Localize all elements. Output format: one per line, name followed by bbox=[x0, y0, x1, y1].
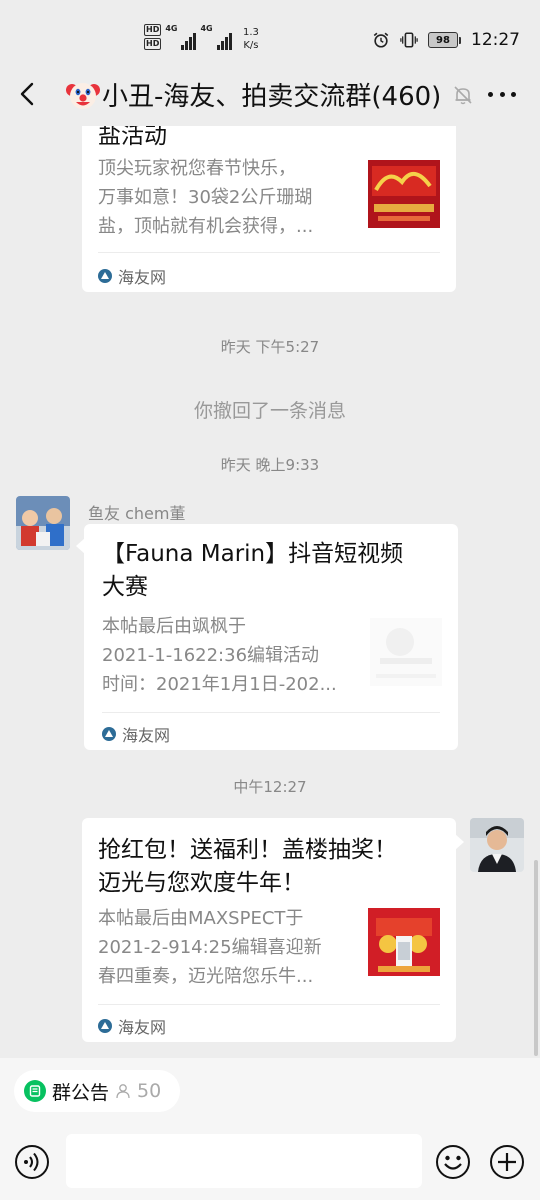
desc-line: 时间：2021年1月1日-202... bbox=[102, 674, 337, 695]
source-logo-icon bbox=[102, 727, 116, 741]
card-source: 海友网 bbox=[102, 722, 170, 746]
hd-badge: HD bbox=[144, 38, 162, 50]
desc-line: 顶尖玩家祝您春节快乐， bbox=[98, 158, 296, 179]
card-divider bbox=[98, 252, 440, 253]
link-card[interactable]: 【Fauna Marin】抖音短视频 大赛 本帖最后由飒枫于 2021-1-16… bbox=[84, 524, 458, 750]
timestamp: 昨天 下午5:27 bbox=[220, 338, 320, 356]
network-indicators: HD HD 4G 4G bbox=[144, 24, 232, 50]
chat-title-text: 小丑-海友、拍卖交流群(460) bbox=[102, 82, 442, 112]
status-right: 98 12:27 bbox=[372, 30, 520, 50]
sender-name: 鱼友 chem董 bbox=[88, 504, 186, 523]
source-label: 海友网 bbox=[118, 1018, 167, 1037]
more-dot bbox=[488, 91, 493, 97]
network-type: 4G bbox=[200, 24, 213, 33]
clown-face-icon bbox=[66, 82, 100, 109]
card-description: 顶尖玩家祝您春节快乐， 万事如意！30袋2公斤珊瑚 盐，顶帖就有机会获得，... bbox=[98, 154, 313, 241]
more-button[interactable] bbox=[486, 82, 518, 106]
title-line: 【Fauna Marin】抖音短视频 bbox=[102, 541, 404, 567]
card-thumbnail bbox=[368, 908, 440, 976]
speed-value: 1.3 bbox=[243, 27, 259, 38]
plus-icon[interactable] bbox=[489, 1144, 525, 1180]
clock: 12:27 bbox=[471, 30, 520, 50]
message-list[interactable]: 盐活动 顶尖玩家祝您春节快乐， 万事如意！30袋2公斤珊瑚 盐，顶帖就有机会获得… bbox=[0, 126, 540, 1058]
signal-bars-icon bbox=[216, 32, 232, 50]
avatar-photo bbox=[470, 818, 524, 872]
card-thumbnail bbox=[368, 160, 440, 228]
back-button[interactable] bbox=[14, 80, 42, 108]
voice-icon[interactable] bbox=[14, 1144, 50, 1180]
signal-bars-icon bbox=[181, 32, 197, 50]
link-card[interactable]: 盐活动 顶尖玩家祝您春节快乐， 万事如意！30袋2公斤珊瑚 盐，顶帖就有机会获得… bbox=[82, 126, 456, 292]
title-line: 大赛 bbox=[102, 574, 148, 600]
recall-notice: 你撤回了一条消息 bbox=[193, 400, 346, 422]
desc-line: 盐，顶帖就有机会获得，... bbox=[98, 216, 314, 237]
vibrate-icon bbox=[400, 32, 418, 48]
avatar[interactable] bbox=[470, 818, 524, 872]
source-logo-icon bbox=[98, 269, 112, 283]
alarm-icon bbox=[373, 32, 389, 48]
mute-bell-icon bbox=[454, 86, 472, 105]
card-description: 本帖最后由飒枫于 2021-1-1622:36编辑活动 时间：2021年1月1日… bbox=[102, 612, 337, 699]
card-source: 海友网 bbox=[98, 1014, 166, 1038]
hd-badges: HD HD bbox=[144, 24, 162, 50]
scrollbar[interactable] bbox=[534, 860, 538, 1056]
desc-line: 2021-1-1622:36编辑活动 bbox=[102, 645, 320, 666]
network-speed: 1.3 K/s bbox=[243, 26, 259, 52]
link-card[interactable]: 抢红包！送福利！盖楼抽奖！ 迈光与您欢度牛年！ 本帖最后由MAXSPECT于 2… bbox=[82, 818, 456, 1042]
timestamp: 中午12:27 bbox=[233, 778, 307, 796]
card-title: 抢红包！送福利！盖楼抽奖！ 迈光与您欢度牛年！ bbox=[98, 834, 397, 900]
chat-title[interactable]: 小丑-海友、拍卖交流群(460) bbox=[66, 76, 441, 113]
red-envelope-image bbox=[368, 908, 440, 976]
title-line: 迈光与您欢度牛年！ bbox=[98, 870, 305, 896]
hd-badge: HD bbox=[144, 24, 162, 36]
emoji-icon[interactable] bbox=[435, 1144, 471, 1180]
source-label: 海友网 bbox=[122, 726, 171, 745]
avatar-photo bbox=[16, 496, 70, 550]
timestamp: 昨天 晚上9:33 bbox=[220, 456, 320, 474]
person-icon bbox=[116, 1084, 130, 1099]
card-source: 海友网 bbox=[98, 264, 166, 288]
group-notice-button[interactable]: 群公告 50 bbox=[14, 1070, 180, 1112]
group-notice-label: 群公告 bbox=[52, 1081, 110, 1104]
member-count: 50 bbox=[137, 1080, 162, 1102]
desc-line: 本帖最后由飒枫于 bbox=[102, 616, 246, 637]
card-thumbnail bbox=[370, 618, 442, 686]
card-divider bbox=[102, 712, 440, 713]
card-description: 本帖最后由MAXSPECT于 2021-2-914:25编辑喜迎新 春四重奏，迈… bbox=[98, 904, 322, 991]
card-title: 盐活动 bbox=[98, 126, 167, 149]
desc-line: 万事如意！30袋2公斤珊瑚 bbox=[98, 187, 313, 208]
chat-header: 小丑-海友、拍卖交流群(460) bbox=[0, 62, 540, 126]
battery-icon: 98 bbox=[428, 32, 461, 48]
source-label: 海友网 bbox=[118, 268, 167, 287]
desc-line: 本帖最后由MAXSPECT于 bbox=[98, 908, 304, 929]
source-logo-icon bbox=[98, 1019, 112, 1033]
faded-thumbnail-image bbox=[370, 618, 442, 686]
card-divider bbox=[98, 1004, 440, 1005]
desc-line: 2021-2-914:25编辑喜迎新 bbox=[98, 937, 322, 958]
speed-unit: K/s bbox=[243, 40, 259, 51]
red-poster-image bbox=[368, 160, 440, 228]
more-dot bbox=[511, 91, 516, 97]
status-bar: HD HD 4G 4G 1.3 K/s 98 12:27 bbox=[0, 0, 540, 62]
bubble-tail bbox=[455, 834, 464, 850]
announcement-icon bbox=[24, 1080, 46, 1102]
title-line: 抢红包！送福利！盖楼抽奖！ bbox=[98, 837, 397, 863]
more-dot bbox=[499, 91, 505, 97]
desc-line: 春四重奏，迈光陪您乐牛... bbox=[98, 966, 314, 987]
battery-level: 98 bbox=[428, 32, 458, 48]
card-title: 【Fauna Marin】抖音短视频 大赛 bbox=[102, 538, 403, 604]
message-input[interactable] bbox=[66, 1134, 422, 1188]
avatar[interactable] bbox=[16, 496, 70, 550]
back-icon bbox=[20, 82, 34, 106]
network-type: 4G bbox=[165, 24, 178, 33]
